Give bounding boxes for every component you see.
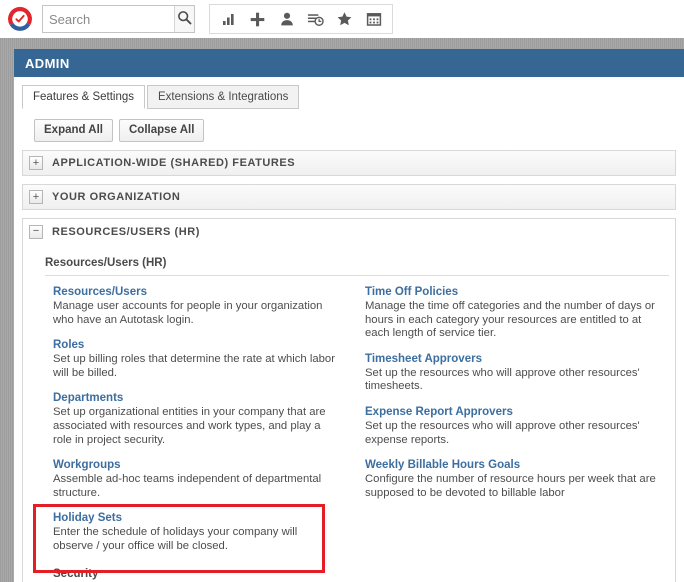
star-icon[interactable] bbox=[330, 5, 359, 33]
expand-collapse-toolbar: Expand All Collapse All bbox=[14, 109, 684, 150]
chrome-left-strip bbox=[0, 38, 14, 582]
list-item: Weekly Billable Hours Goals Configure th… bbox=[365, 458, 661, 500]
link-workgroups[interactable]: Workgroups bbox=[53, 458, 335, 472]
expand-plus-icon[interactable]: + bbox=[29, 156, 43, 170]
search-box[interactable] bbox=[42, 5, 195, 33]
browser-toolbar bbox=[0, 0, 684, 38]
autotask-logo[interactable] bbox=[6, 5, 34, 33]
collapse-minus-icon[interactable]: − bbox=[29, 224, 43, 239]
plus-icon[interactable] bbox=[243, 5, 272, 33]
section-body-resources-users-hr: Resources/Users (HR) Resources/Users Man… bbox=[22, 244, 676, 582]
entry-description: Set up billing roles that determine the … bbox=[53, 353, 335, 379]
link-departments[interactable]: Departments bbox=[53, 391, 335, 405]
page-title: ADMIN bbox=[14, 49, 684, 77]
admin-page: ADMIN Features & Settings Extensions & I… bbox=[14, 49, 684, 582]
link-resources-users[interactable]: Resources/Users bbox=[53, 285, 335, 299]
security-group: Security Security Levels Configure the a… bbox=[23, 568, 675, 582]
list-item: Expense Report Approvers Set up the reso… bbox=[365, 405, 661, 447]
tab-extensions-integrations[interactable]: Extensions & Integrations bbox=[147, 85, 300, 109]
list-item: Roles Set up billing roles that determin… bbox=[53, 338, 335, 380]
link-expense-report-approvers[interactable]: Expense Report Approvers bbox=[365, 405, 661, 419]
calendar-icon[interactable] bbox=[359, 5, 388, 33]
section-title: YOUR ORGANIZATION bbox=[52, 191, 181, 203]
timer-list-icon[interactable] bbox=[301, 5, 330, 33]
section-resources-users-hr[interactable]: − RESOURCES/USERS (HR) bbox=[22, 218, 676, 244]
list-item: Time Off Policies Manage the time off ca… bbox=[365, 285, 661, 341]
link-roles[interactable]: Roles bbox=[53, 338, 335, 352]
entry-description: Manage user accounts for people in your … bbox=[53, 300, 323, 326]
entry-description: Set up the resources who will approve ot… bbox=[365, 419, 640, 446]
entry-description: Set up organizational entities in your c… bbox=[53, 406, 326, 446]
entry-description: Enter the schedule of holidays your comp… bbox=[53, 526, 298, 552]
search-input[interactable] bbox=[43, 6, 175, 32]
chrome-divider-band bbox=[0, 38, 684, 49]
expand-plus-icon[interactable]: + bbox=[29, 190, 43, 204]
accordion-sections: + APPLICATION-WIDE (SHARED) FEATURES + Y… bbox=[14, 150, 684, 582]
group-title-resources-users: Resources/Users (HR) bbox=[45, 254, 669, 276]
toolbar-icon-group bbox=[209, 4, 393, 34]
section-title: APPLICATION-WIDE (SHARED) FEATURES bbox=[52, 157, 296, 169]
resources-group-columns: Resources/Users Manage user accounts for… bbox=[23, 276, 675, 565]
resources-right-column: Time Off Policies Manage the time off ca… bbox=[349, 285, 675, 565]
section-application-wide-shared-features[interactable]: + APPLICATION-WIDE (SHARED) FEATURES bbox=[22, 150, 676, 176]
bar-chart-icon[interactable] bbox=[214, 5, 243, 33]
list-item: Departments Set up organizational entiti… bbox=[53, 391, 335, 447]
entry-description: Manage the time off categories and the n… bbox=[365, 300, 655, 340]
link-holiday-sets[interactable]: Holiday Sets bbox=[53, 511, 335, 525]
collapse-all-button[interactable]: Collapse All bbox=[119, 119, 205, 142]
list-item: Resources/Users Manage user accounts for… bbox=[53, 285, 335, 327]
expand-all-button[interactable]: Expand All bbox=[34, 119, 113, 142]
list-item: Timesheet Approvers Set up the resources… bbox=[365, 352, 661, 394]
tab-bar: Features & Settings Extensions & Integra… bbox=[14, 85, 684, 109]
entry-description: Assemble ad-hoc teams independent of dep… bbox=[53, 473, 322, 499]
group-title-security: Security bbox=[53, 568, 669, 582]
search-icon bbox=[177, 10, 192, 28]
section-title: RESOURCES/USERS (HR) bbox=[52, 225, 200, 238]
tab-features-settings[interactable]: Features & Settings bbox=[22, 85, 145, 109]
resources-left-column: Resources/Users Manage user accounts for… bbox=[23, 285, 349, 565]
entry-description: Configure the number of resource hours p… bbox=[365, 473, 656, 499]
list-item: Workgroups Assemble ad-hoc teams indepen… bbox=[53, 458, 335, 500]
entry-description: Set up the resources who will approve ot… bbox=[365, 366, 640, 393]
search-button[interactable] bbox=[174, 6, 194, 32]
person-icon[interactable] bbox=[272, 5, 301, 33]
list-item: Holiday Sets Enter the schedule of holid… bbox=[53, 511, 335, 553]
link-weekly-billable-hours-goals[interactable]: Weekly Billable Hours Goals bbox=[365, 458, 661, 472]
link-time-off-policies[interactable]: Time Off Policies bbox=[365, 285, 661, 299]
section-your-organization[interactable]: + YOUR ORGANIZATION bbox=[22, 184, 676, 210]
link-timesheet-approvers[interactable]: Timesheet Approvers bbox=[365, 352, 661, 366]
